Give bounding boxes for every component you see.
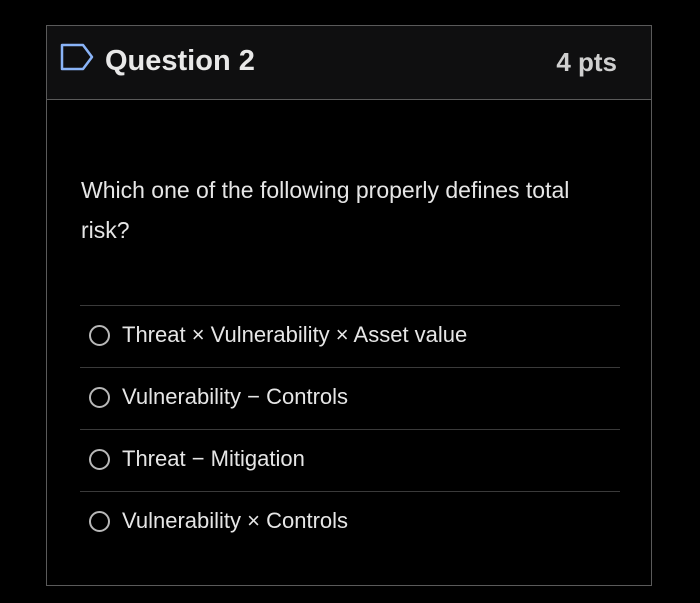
question-title: Question 2 (105, 45, 255, 77)
answer-label: Threat − Mitigation (122, 446, 305, 471)
radio-button[interactable] (89, 387, 110, 408)
answer-option[interactable]: Threat − Mitigation (80, 429, 620, 491)
answer-label: Threat × Vulnerability × Asset value (122, 322, 468, 347)
answer-label: Vulnerability − Controls (122, 384, 349, 409)
question-header: Question 2 4 pts (47, 26, 651, 100)
radio-button[interactable] (89, 325, 110, 346)
answer-option[interactable]: Vulnerability × Controls (80, 491, 620, 553)
answer-option[interactable]: Vulnerability − Controls (80, 367, 620, 429)
answer-option[interactable]: Threat × Vulnerability × Asset value (80, 305, 620, 367)
answer-label: Vulnerability × Controls (122, 508, 349, 533)
flag-icon[interactable] (60, 43, 94, 71)
question-points: 4 pts (556, 47, 617, 77)
question-card: Question 2 4 pts Which one of the follow… (46, 25, 652, 586)
answer-list: Threat × Vulnerability × Asset value Vul… (80, 305, 620, 553)
question-text: Which one of the following properly defi… (81, 177, 570, 243)
radio-button[interactable] (89, 511, 110, 532)
radio-button[interactable] (89, 449, 110, 470)
